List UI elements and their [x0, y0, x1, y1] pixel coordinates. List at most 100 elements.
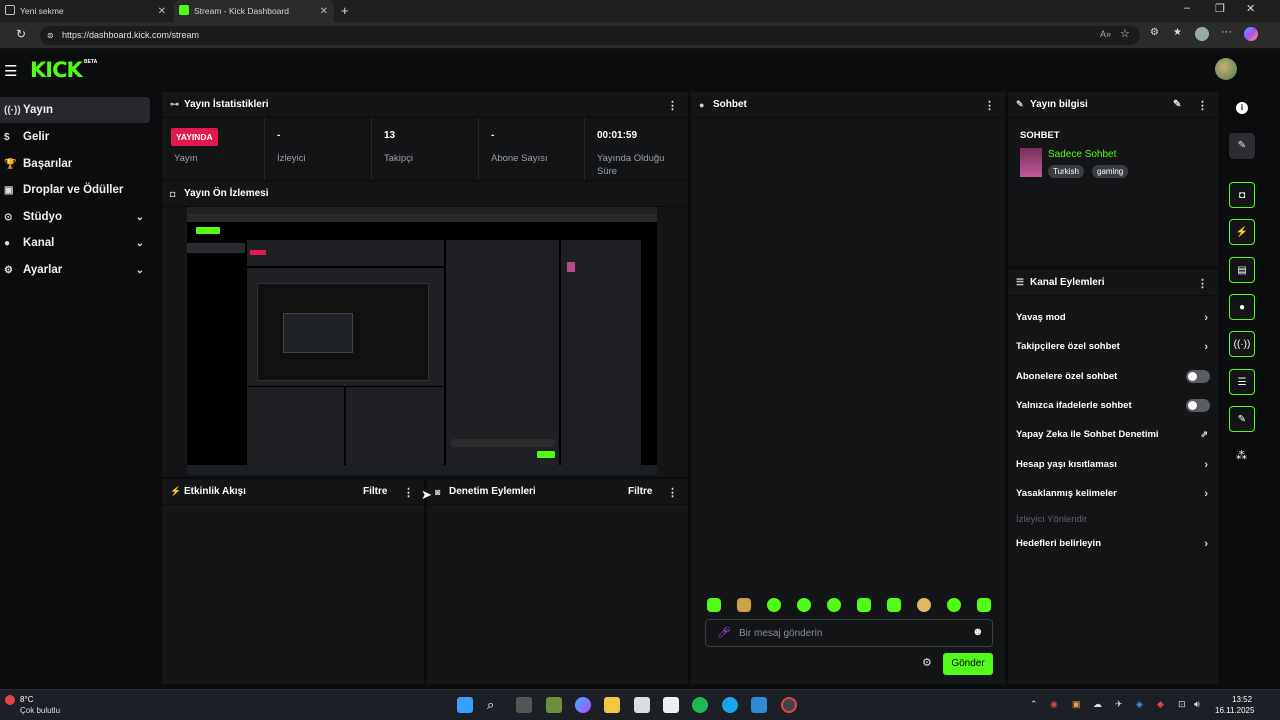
emoji-icon[interactable]: ☻ — [972, 626, 984, 638]
edit-layout-icon[interactable]: ✎ — [1229, 133, 1255, 159]
defender-icon[interactable]: ◈ — [1136, 699, 1143, 710]
action-banned-words[interactable]: Yasaklanmış kelimeler › — [1008, 479, 1218, 508]
obs-icon[interactable] — [781, 697, 797, 713]
favorite-star-icon[interactable]: ☆ — [1120, 27, 1130, 40]
tray-app-icon[interactable]: ◉ — [1050, 699, 1058, 710]
action-emotes-only[interactable]: Yalnızca ifadelerle sohbet — [1008, 391, 1218, 420]
emote-icon[interactable] — [827, 598, 841, 612]
action-followers-only[interactable]: Takipçilere özel sohbet › — [1008, 332, 1218, 361]
read-aloud-icon[interactable]: A» — [1100, 29, 1111, 39]
windows-start-icon[interactable] — [457, 697, 473, 713]
clock-date[interactable]: 16.11.2025 — [1215, 706, 1254, 715]
sidebar-item-yayin[interactable]: ((·)) Yayın — [0, 97, 150, 123]
toggle-switch[interactable] — [1186, 370, 1210, 383]
emote-icon[interactable] — [797, 598, 811, 612]
tab-kick-dashboard[interactable]: Stream - Kick Dashboard ✕ — [174, 0, 334, 22]
copilot-icon[interactable] — [1244, 27, 1258, 41]
reload-icon[interactable]: ↻ — [16, 27, 26, 41]
toggle-switch[interactable] — [1186, 399, 1210, 412]
clock-time[interactable]: 13:52 — [1232, 695, 1252, 704]
file-explorer-icon[interactable] — [604, 697, 620, 713]
send-button[interactable]: Gönder — [943, 653, 993, 675]
minimize-icon[interactable]: – — [1184, 2, 1190, 14]
tag-chip[interactable]: Turkish — [1048, 165, 1084, 178]
sidebar-item-droplar[interactable]: ▣ Droplar ve Ödüller — [0, 177, 150, 203]
action-ai-moderation[interactable]: Yapay Zeka ile Sohbet Denetimi ⇗ — [1008, 420, 1218, 449]
profile-avatar[interactable] — [1195, 27, 1209, 41]
weather-icon[interactable] — [5, 695, 15, 705]
close-icon[interactable]: ✕ — [158, 6, 166, 17]
more-options-icon[interactable]: ⋮ — [667, 486, 678, 499]
search-icon[interactable]: ⌕ — [487, 697, 503, 713]
emote-icon[interactable] — [767, 598, 781, 612]
more-options-icon[interactable]: ⋮ — [1197, 277, 1208, 290]
more-options-icon[interactable]: ⋮ — [403, 486, 414, 499]
sidebar-item-gelir[interactable]: $ Gelir — [0, 124, 150, 150]
task-view-icon[interactable] — [516, 697, 532, 713]
action-account-age[interactable]: Hesap yaşı kısıtlaması › — [1008, 450, 1218, 479]
emote-icon[interactable] — [887, 598, 901, 612]
info-icon[interactable]: i — [1236, 102, 1248, 114]
tag-chip[interactable]: gaming — [1092, 165, 1129, 178]
rail-broadcast-icon[interactable]: ((·)) — [1229, 331, 1255, 357]
copilot-icon[interactable] — [575, 697, 591, 713]
maximize-icon[interactable]: ❐ — [1215, 2, 1225, 15]
favorites-icon[interactable]: ★ — [1173, 27, 1182, 38]
rail-chat-icon[interactable]: ● — [1229, 294, 1255, 320]
onedrive-icon[interactable]: ☁ — [1093, 699, 1102, 710]
emote-icon[interactable] — [707, 598, 721, 612]
more-options-icon[interactable]: ⋮ — [1197, 99, 1208, 112]
emote-icon[interactable] — [977, 598, 991, 612]
site-info-icon[interactable]: ⊜ — [47, 26, 54, 45]
minecraft-icon[interactable] — [546, 697, 562, 713]
more-menu-icon[interactable]: ··· — [1221, 26, 1232, 38]
tab-new-tab[interactable]: Yeni sekme ✕ — [0, 0, 172, 22]
edit-icon[interactable]: ✎ — [1173, 99, 1181, 110]
url-field[interactable]: ⊜ https://dashboard.kick.com/stream — [40, 26, 1140, 45]
more-options-icon[interactable]: ⋮ — [984, 99, 995, 112]
emote-icon[interactable] — [737, 598, 751, 612]
tray-app-icon[interactable]: ✈ — [1115, 699, 1123, 710]
tray-app-icon[interactable]: ◆ — [1157, 699, 1164, 710]
sidebar-item-kanal[interactable]: ● Kanal ⌄ — [0, 230, 150, 256]
tray-app-icon[interactable]: ▣ — [1072, 699, 1081, 710]
rail-widgets-icon[interactable]: ⁂ — [1236, 449, 1247, 462]
app-icon[interactable] — [663, 697, 679, 713]
hamburger-menu-icon[interactable]: ☰ — [4, 62, 17, 80]
action-subscribers-only[interactable]: Abonelere özel sohbet — [1008, 362, 1218, 391]
chat-input[interactable]: 🎤︎ Bir mesaj gönderin ☻ — [705, 619, 993, 647]
action-slow-mode[interactable]: Yavaş mod › — [1008, 303, 1218, 332]
emote-icon[interactable] — [857, 598, 871, 612]
stream-preview-video[interactable] — [187, 207, 657, 475]
emote-icon[interactable] — [917, 598, 931, 612]
rail-wrench-icon[interactable]: ✎ — [1229, 406, 1255, 432]
action-label: Yasaklanmış kelimeler — [1016, 488, 1117, 499]
microphone-icon[interactable]: 🎤︎ — [717, 626, 731, 639]
chat-settings-icon[interactable]: ⚙ — [922, 656, 932, 669]
rail-channel-actions-icon[interactable]: ☰ — [1229, 369, 1255, 395]
emote-icon[interactable] — [947, 598, 961, 612]
close-icon[interactable]: ✕ — [320, 6, 328, 17]
more-options-icon[interactable]: ⋮ — [667, 99, 678, 112]
app-icon[interactable] — [751, 697, 767, 713]
sidebar-item-ayarlar[interactable]: ⚙ Ayarlar ⌄ — [0, 257, 150, 283]
sidebar-item-basarilar[interactable]: 🏆 Başarılar — [0, 151, 150, 177]
spotify-icon[interactable] — [692, 697, 708, 713]
store-icon[interactable] — [634, 697, 650, 713]
volume-icon[interactable]: 🔊︎ — [1194, 699, 1200, 710]
rail-preview-icon[interactable]: ◘ — [1229, 182, 1255, 208]
extensions-icon[interactable]: ⚙ — [1150, 27, 1159, 38]
close-window-icon[interactable]: ✕ — [1246, 2, 1255, 15]
network-icon[interactable]: ⊡ — [1178, 699, 1186, 710]
new-tab-button[interactable]: + — [341, 3, 349, 18]
user-avatar[interactable] — [1215, 58, 1237, 80]
tray-chevron-icon[interactable]: ⌃ — [1030, 699, 1038, 710]
edge-icon[interactable] — [722, 697, 738, 713]
action-set-goals[interactable]: Hedefleri belirleyin › — [1008, 529, 1218, 558]
kick-logo[interactable]: KICK — [30, 58, 83, 82]
filter-button[interactable]: Filtre — [363, 486, 387, 497]
filter-button[interactable]: Filtre — [628, 486, 652, 497]
rail-lightning-icon[interactable]: ⚡ — [1229, 219, 1255, 245]
sidebar-item-studyo[interactable]: ⊙ Stüdyo ⌄ — [0, 204, 150, 230]
rail-notes-icon[interactable]: ▤ — [1229, 257, 1255, 283]
